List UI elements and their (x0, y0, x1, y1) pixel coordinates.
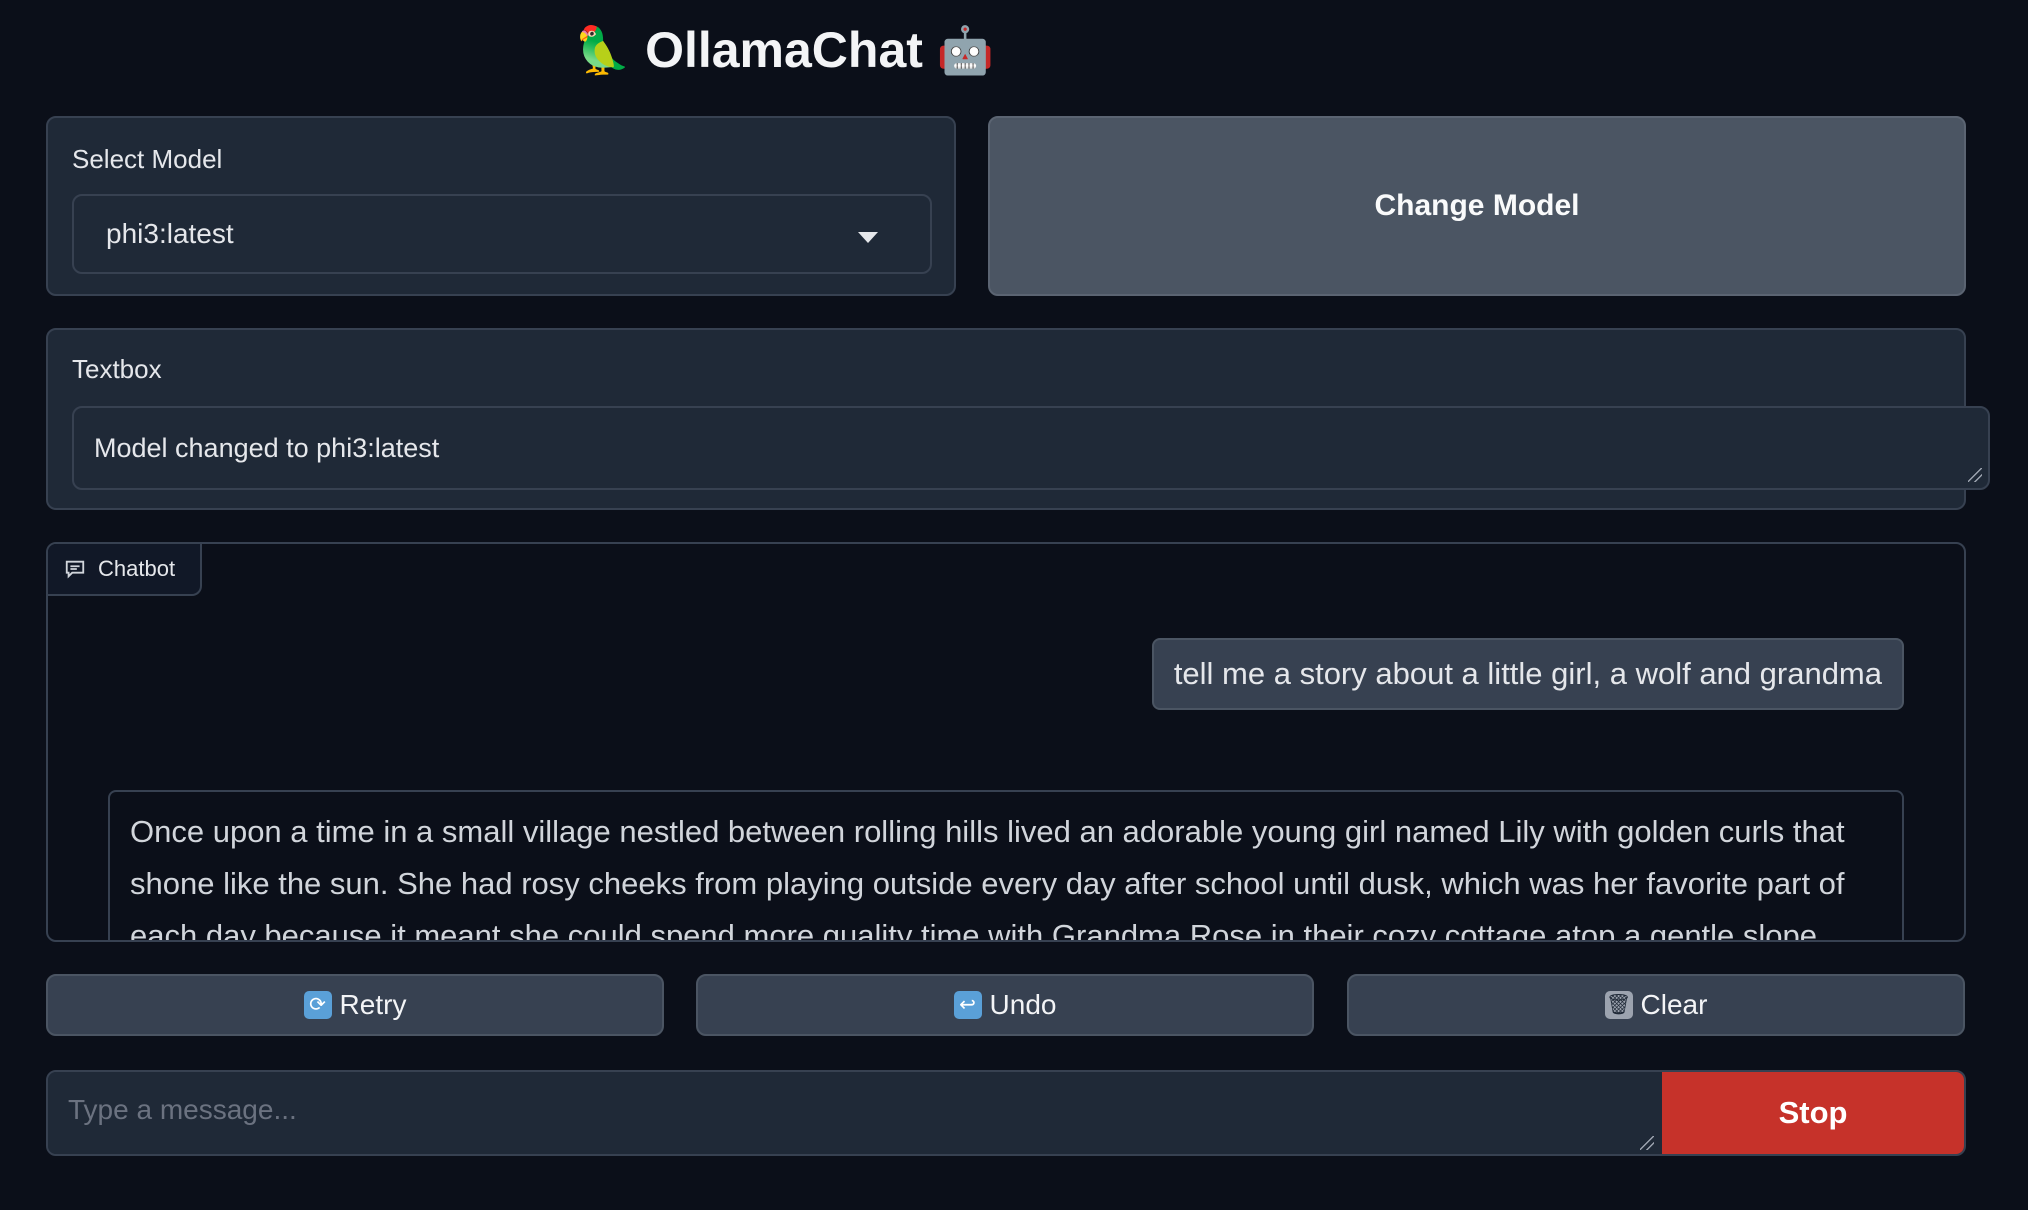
assistant-message: Once upon a time in a small village nest… (108, 790, 1904, 940)
textbox-label: Textbox (72, 354, 162, 384)
chatbot-label: Chatbot (98, 556, 176, 581)
resize-handle-icon[interactable] (1968, 468, 1982, 482)
model-dropdown[interactable]: phi3:latest (72, 194, 932, 274)
undo-label: Undo (989, 989, 1057, 1020)
retry-icon: ⟳ (303, 991, 332, 1019)
retry-label: Retry (339, 989, 407, 1020)
message-input[interactable] (48, 1072, 1664, 1154)
robot-icon: 🤖 (936, 23, 995, 76)
message-composer: Stop (46, 1070, 1966, 1156)
chat-icon (65, 560, 85, 579)
resize-handle-icon[interactable] (1640, 1136, 1654, 1150)
model-dropdown-value: phi3:latest (106, 218, 234, 249)
undo-icon: ↩ (953, 991, 982, 1019)
retry-button[interactable]: ⟳ Retry (46, 974, 664, 1036)
chevron-down-icon (858, 232, 878, 243)
app-title: 🦜 OllamaChat 🤖 (0, 14, 1568, 86)
change-model-button[interactable]: Change Model (988, 116, 1966, 296)
select-model-panel: Select Model phi3:latest (46, 116, 956, 296)
chatbot-label-tag: Chatbot (48, 544, 202, 596)
textbox-panel: Textbox Model changed to phi3:latest (46, 328, 1990, 510)
parrot-icon: 🦜 (573, 23, 632, 76)
undo-button[interactable]: ↩ Undo (696, 974, 1314, 1036)
user-message: tell me a story about a little girl, a w… (1151, 638, 1904, 710)
clear-label: Clear (1640, 989, 1708, 1020)
stop-button[interactable]: Stop (1662, 1072, 1964, 1154)
trash-icon: 🗑 (1604, 991, 1633, 1019)
chatbot-panel[interactable]: Chatbot tell me a story about a little g… (46, 542, 1966, 942)
select-model-label: Select Model (72, 144, 223, 174)
clear-button[interactable]: 🗑 Clear (1347, 974, 1965, 1036)
app-title-text: OllamaChat (645, 22, 923, 78)
status-textbox-value: Model changed to phi3:latest (94, 432, 440, 463)
status-textbox[interactable]: Model changed to phi3:latest (72, 406, 1990, 490)
